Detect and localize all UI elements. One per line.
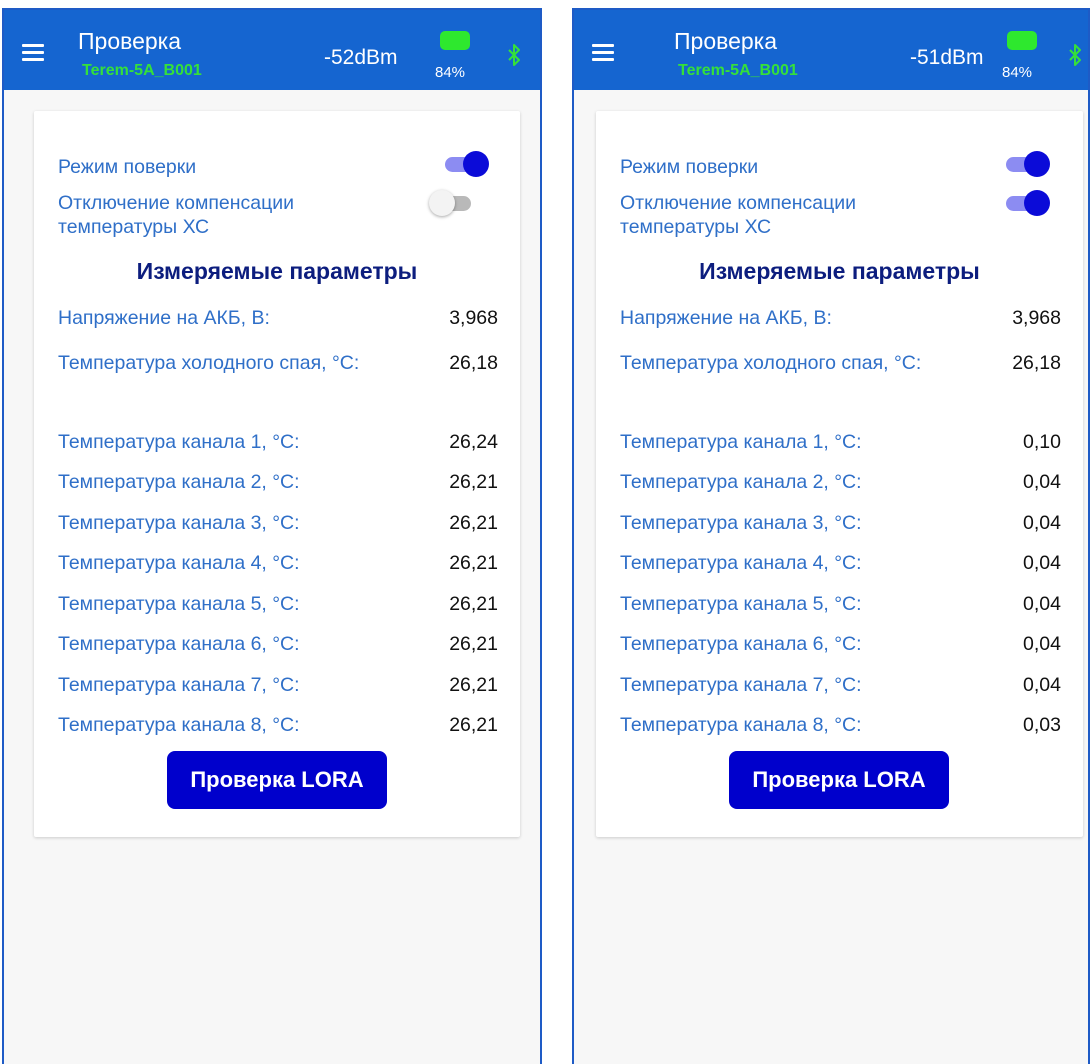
- battery-voltage-label: Напряжение на АКБ, В:: [58, 307, 270, 329]
- channel-row: Температура канала 1, °C: 26,24: [58, 431, 498, 457]
- battery-icon: [1007, 31, 1037, 50]
- channel-value: 0,04: [1023, 512, 1061, 534]
- channel-value: 0,04: [1023, 674, 1061, 696]
- channel-row: Температура канала 7, °C: 0,04: [620, 674, 1061, 700]
- battery-voltage-row: Напряжение на АКБ, В: 3,968: [620, 307, 1061, 333]
- channel-row: Температура канала 5, °C: 26,21: [58, 593, 498, 619]
- cold-junction-label: Температура холодного спая, °C:: [620, 352, 922, 374]
- section-title: Измеряемые параметры: [699, 258, 980, 284]
- cjc-disable-toggle[interactable]: [1002, 190, 1050, 216]
- channel-value: 0,03: [1023, 714, 1061, 736]
- verification-mode-label: Режим поверки: [620, 156, 759, 178]
- cjc-disable-label: Отключение компенсации температуры ХС: [58, 192, 295, 238]
- lora-check-button[interactable]: Проверка LORA: [729, 751, 949, 809]
- channel-label: Температура канала 5, °C:: [620, 593, 862, 615]
- channel-row: Температура канала 8, °C: 0,03: [620, 714, 1061, 740]
- channel-row: Температура канала 8, °C: 26,21: [58, 714, 498, 740]
- phone-screen-left: Проверка Terem-5A_B001 -52dBm 84% Режим …: [2, 8, 542, 1064]
- channel-label: Температура канала 7, °C:: [58, 674, 300, 696]
- channel-row: Температура канала 1, °C: 0,10: [620, 431, 1061, 457]
- channel-value: 26,21: [449, 593, 498, 615]
- page-title: Проверка: [78, 28, 182, 54]
- cjc-disable-toggle[interactable]: [429, 190, 477, 216]
- channel-value: 0,04: [1023, 552, 1061, 574]
- channel-row: Температура канала 2, °C: 26,21: [58, 471, 498, 497]
- verification-mode-toggle[interactable]: [441, 151, 489, 177]
- page-title: Проверка: [674, 28, 778, 54]
- channel-row: Температура канала 6, °C: 0,04: [620, 633, 1061, 659]
- device-name: Terem-5A_B001: [82, 62, 202, 79]
- channel-label: Температура канала 6, °C:: [58, 633, 300, 655]
- channel-label: Температура канала 2, °C:: [620, 471, 862, 493]
- channel-row: Температура канала 6, °C: 26,21: [58, 633, 498, 659]
- cold-junction-label: Температура холодного спая, °C:: [58, 352, 360, 374]
- battery-voltage-label: Напряжение на АКБ, В:: [620, 307, 832, 329]
- verification-mode-toggle[interactable]: [1002, 151, 1050, 177]
- channel-value: 0,10: [1023, 431, 1061, 453]
- channel-row: Температура канала 3, °C: 0,04: [620, 512, 1061, 538]
- channel-label: Температура канала 8, °C:: [58, 714, 300, 736]
- channel-row: Температура канала 7, °C: 26,21: [58, 674, 498, 700]
- battery-voltage-value: 3,968: [1012, 307, 1061, 329]
- cold-junction-value: 26,18: [1012, 352, 1061, 374]
- channel-label: Температура канала 8, °C:: [620, 714, 862, 736]
- channel-value: 0,04: [1023, 633, 1061, 655]
- app-bar: Проверка Terem-5A_B001 -52dBm 84%: [4, 10, 540, 90]
- channel-value: 26,24: [449, 431, 498, 453]
- channel-value: 0,04: [1023, 471, 1061, 493]
- bluetooth-icon: [1069, 44, 1081, 66]
- channel-label: Температура канала 1, °C:: [620, 431, 862, 453]
- bluetooth-icon: [508, 44, 520, 66]
- channel-label: Температура канала 4, °C:: [620, 552, 862, 574]
- battery-voltage-value: 3,968: [449, 307, 498, 329]
- signal-strength: -51dBm: [910, 46, 984, 69]
- parameters-card: Режим поверки Отключение компенсации тем…: [596, 111, 1083, 837]
- channel-row: Температура канала 3, °C: 26,21: [58, 512, 498, 538]
- channel-label: Температура канала 6, °C:: [620, 633, 862, 655]
- cold-junction-row: Температура холодного спая, °C: 26,18: [620, 352, 1061, 378]
- cjc-disable-label: Отключение компенсации температуры ХС: [620, 192, 857, 238]
- channel-value: 26,21: [449, 633, 498, 655]
- battery-level: 84%: [435, 64, 466, 81]
- battery-icon: [440, 31, 470, 50]
- lora-check-button[interactable]: Проверка LORA: [167, 751, 387, 809]
- device-name: Terem-5A_B001: [678, 62, 798, 79]
- channel-value: 26,21: [449, 512, 498, 534]
- cold-junction-row: Температура холодного спая, °C: 26,18: [58, 352, 498, 378]
- channel-row: Температура канала 4, °C: 0,04: [620, 552, 1061, 578]
- channel-value: 0,04: [1023, 593, 1061, 615]
- menu-icon[interactable]: [592, 44, 614, 61]
- channel-value: 26,21: [449, 714, 498, 736]
- channel-row: Температура канала 2, °C: 0,04: [620, 471, 1061, 497]
- channel-label: Температура канала 2, °C:: [58, 471, 300, 493]
- verification-mode-label: Режим поверки: [58, 156, 197, 178]
- channel-value: 26,21: [449, 471, 498, 493]
- channel-row: Температура канала 4, °C: 26,21: [58, 552, 498, 578]
- channel-label: Температура канала 4, °C:: [58, 552, 300, 574]
- battery-voltage-row: Напряжение на АКБ, В: 3,968: [58, 307, 498, 333]
- channel-value: 26,21: [449, 674, 498, 696]
- menu-icon[interactable]: [22, 44, 44, 61]
- parameters-card: Режим поверки Отключение компенсации тем…: [34, 111, 520, 837]
- phone-screen-right: Проверка Terem-5A_B001 -51dBm 84% Режим …: [572, 8, 1090, 1064]
- channel-value: 26,21: [449, 552, 498, 574]
- cold-junction-value: 26,18: [449, 352, 498, 374]
- battery-level: 84%: [1002, 64, 1033, 81]
- section-title: Измеряемые параметры: [136, 258, 418, 284]
- channel-label: Температура канала 3, °C:: [58, 512, 300, 534]
- channel-row: Температура канала 5, °C: 0,04: [620, 593, 1061, 619]
- app-bar: Проверка Terem-5A_B001 -51dBm 84%: [574, 10, 1088, 90]
- channel-label: Температура канала 7, °C:: [620, 674, 862, 696]
- channel-label: Температура канала 5, °C:: [58, 593, 300, 615]
- channel-label: Температура канала 3, °C:: [620, 512, 862, 534]
- channel-label: Температура канала 1, °C:: [58, 431, 300, 453]
- signal-strength: -52dBm: [324, 46, 398, 69]
